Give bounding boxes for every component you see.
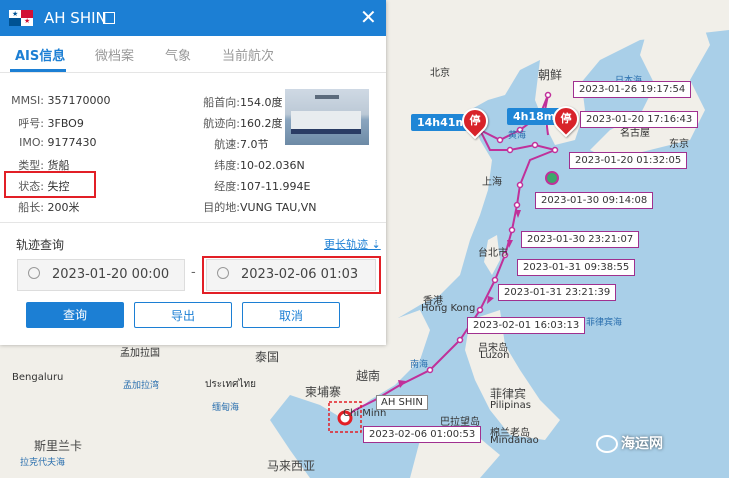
map-label-thailand: 泰国 xyxy=(255,350,280,364)
map-label-taipei: 台北市 xyxy=(478,248,508,259)
panama-flag-icon: ★ ★ xyxy=(9,10,33,26)
tab-micro-archive[interactable]: 微档案 xyxy=(95,45,134,64)
tab-weather[interactable]: 气象 xyxy=(165,45,191,64)
map-label-sri-lanka: 斯里兰卡 xyxy=(34,439,83,453)
watermark: 海运网 xyxy=(621,436,663,452)
track-query-title: 轨迹查询 xyxy=(16,238,65,252)
info-value: 200米 xyxy=(47,201,80,214)
tab-bar: AIS信息 微档案 气象 当前航次 xyxy=(0,36,386,73)
track-timestamp[interactable]: 2023-01-20 01:32:05 xyxy=(569,152,688,169)
track-timestamp[interactable]: 2023-01-31 23:21:39 xyxy=(498,284,617,301)
date-from-input[interactable]: 2023-01-20 00:00 xyxy=(17,259,185,291)
map-label-bengaluru: Bengaluru xyxy=(12,372,64,383)
start-marker xyxy=(545,171,559,185)
map-label-yellow-sea: 黄海 xyxy=(508,131,527,141)
map-label-tokyo: 东京 xyxy=(669,139,689,150)
map-label-malaysia: 马来西亚 xyxy=(267,459,316,473)
stop-pin-label: 停 xyxy=(560,112,572,125)
info-value: 7.0节 xyxy=(240,138,269,151)
map-label-north-korea: 朝鲜 xyxy=(538,68,563,82)
download-icon: ⇣ xyxy=(371,238,381,251)
stop-pin-label: 停 xyxy=(469,114,481,127)
edit-icon[interactable] xyxy=(103,12,115,24)
info-callsign: 呼号: 3FBO9 xyxy=(0,115,84,131)
info-value: 3FBO9 xyxy=(47,117,84,130)
info-label: 经度: xyxy=(214,180,240,193)
info-value: 357170000 xyxy=(47,94,111,107)
track-timestamp[interactable]: 2023-01-30 09:14:08 xyxy=(535,192,654,209)
date-range-separator: - xyxy=(191,265,196,280)
status-highlight-box xyxy=(4,171,96,198)
info-speed: 航速:7.0节 xyxy=(178,136,269,152)
longer-track-link[interactable]: 更长轨迹 ⇣ xyxy=(324,236,381,252)
map-label-vietnam: 越南 xyxy=(356,369,381,383)
map-label-beijing: 北京 xyxy=(430,68,450,79)
map-label-bay-of-bengal: 孟加拉湾 xyxy=(123,381,160,391)
track-timestamp[interactable]: 2023-02-01 16:03:13 xyxy=(467,317,586,334)
track-timestamp[interactable]: 2023-01-31 09:38:55 xyxy=(517,259,636,276)
tab-current-voyage[interactable]: 当前航次 xyxy=(222,45,274,64)
track-timestamp[interactable]: 2023-01-26 19:17:54 xyxy=(573,81,692,98)
info-destination: 目的地:VUNG TAU,VN xyxy=(178,199,317,215)
info-imo: IMO: 9177430 xyxy=(0,136,97,149)
vessel-name-label[interactable]: AH SHIN xyxy=(376,395,428,410)
info-value: 9177430 xyxy=(47,136,97,149)
info-heading: 船首向:154.0度 xyxy=(178,94,283,110)
info-label: 航速: xyxy=(214,138,240,151)
info-value: 107-11.994E xyxy=(240,180,311,193)
info-label: 航迹向: xyxy=(203,117,240,130)
ship-photo[interactable] xyxy=(285,89,369,145)
map-label-philippine-sea: 菲律宾海 xyxy=(586,318,623,328)
track-timestamp[interactable]: 2023-01-30 23:21:07 xyxy=(521,231,640,248)
info-mmsi: MMSI: 357170000 xyxy=(0,94,111,107)
query-button[interactable]: 查询 xyxy=(26,302,124,328)
info-label: 船长: xyxy=(18,201,44,214)
map-label-cambodia: 柬埔寨 xyxy=(305,385,342,399)
info-label: IMO: xyxy=(19,136,44,149)
tab-ais-info[interactable]: AIS信息 xyxy=(15,45,65,64)
track-timestamp[interactable]: 2023-02-06 01:00:53 xyxy=(363,426,482,443)
info-value: VUNG TAU,VN xyxy=(240,201,317,214)
info-latitude: 纬度:10-02.036N xyxy=(178,157,305,173)
track-timestamp[interactable]: 2023-01-20 17:16:43 xyxy=(580,111,699,128)
map-label-bangladesh: 孟加拉国 xyxy=(120,348,160,359)
map-label-shanghai: 上海 xyxy=(482,177,502,188)
map-label-hongkong-en: Hong Kong xyxy=(421,303,476,314)
panel-header: ★ ★ AH SHIN ✕ xyxy=(0,0,386,36)
info-label: 呼号: xyxy=(18,117,44,130)
clock-icon xyxy=(28,267,40,279)
info-value: 154.0度 xyxy=(240,96,283,109)
info-label: 纬度: xyxy=(214,159,240,172)
map-label-luzon-en: Luzon xyxy=(480,350,510,361)
active-tab-indicator xyxy=(10,69,66,72)
map-label-myanmar-sea: 缅甸海 xyxy=(212,403,240,413)
info-course: 航迹向:160.2度 xyxy=(178,115,283,131)
info-label: MMSI: xyxy=(11,94,44,107)
export-button[interactable]: 导出 xyxy=(134,302,232,328)
date-to-highlight-box xyxy=(202,256,381,294)
date-from-value: 2023-01-20 00:00 xyxy=(52,267,170,282)
info-label: 船首向: xyxy=(203,96,240,109)
map-label-lakshadweep: 拉克代夫海 xyxy=(20,458,66,468)
close-icon[interactable]: ✕ xyxy=(360,6,377,28)
info-length: 船长: 200米 xyxy=(0,199,80,215)
info-longitude: 经度:107-11.994E xyxy=(178,178,310,194)
map-label-philippines-en: Pilipinas xyxy=(490,400,531,411)
map-label-south-china-sea: 南海 xyxy=(410,360,429,370)
map-label-thai-script: ประเทศไทย xyxy=(205,379,256,390)
longer-track-label: 更长轨迹 xyxy=(324,238,368,251)
map-label-mindanao-en: Mindanao xyxy=(490,435,539,446)
cancel-button[interactable]: 取消 xyxy=(242,302,340,328)
ship-info-panel: ★ ★ AH SHIN ✕ AIS信息 微档案 气象 当前航次 MMSI: 357… xyxy=(0,0,386,345)
info-value: 160.2度 xyxy=(240,117,283,130)
info-value: 10-02.036N xyxy=(240,159,305,172)
info-label: 目的地: xyxy=(203,201,240,214)
ship-name: AH SHIN xyxy=(44,9,107,27)
wechat-icon xyxy=(596,435,618,453)
